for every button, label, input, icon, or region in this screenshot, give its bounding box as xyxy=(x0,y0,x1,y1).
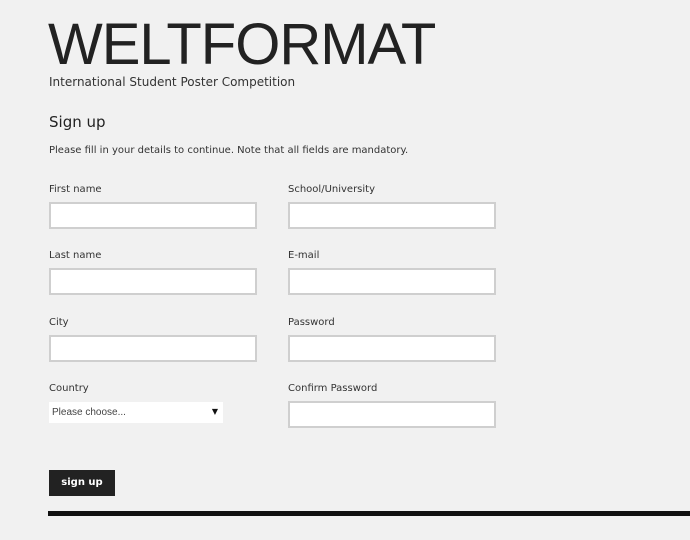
intro-text: Please fill in your details to continue.… xyxy=(49,145,409,156)
bottom-divider xyxy=(48,511,690,516)
confirm-password-label: Confirm Password xyxy=(288,383,378,394)
signup-heading: Sign up xyxy=(49,113,106,131)
city-label: City xyxy=(49,317,69,328)
chevron-down-icon: ▼ xyxy=(211,407,218,416)
first-name-input[interactable] xyxy=(49,202,257,229)
brand-title: WELTFORMAT xyxy=(48,12,436,77)
last-name-input[interactable] xyxy=(49,268,257,295)
signup-page: WELTFORMAT International Student Poster … xyxy=(0,0,690,540)
city-input[interactable] xyxy=(49,335,257,362)
country-select-value: Please choose... xyxy=(52,407,126,418)
email-label: E-mail xyxy=(288,250,320,261)
first-name-label: First name xyxy=(49,184,102,195)
password-label: Password xyxy=(288,317,335,328)
confirm-password-input[interactable] xyxy=(288,401,496,428)
email-input[interactable] xyxy=(288,268,496,295)
country-select[interactable]: Please choose... ▼ xyxy=(49,402,223,423)
school-university-label: School/University xyxy=(288,184,376,195)
country-label: Country xyxy=(49,383,89,394)
last-name-label: Last name xyxy=(49,250,102,261)
password-input[interactable] xyxy=(288,335,496,362)
sign-up-button[interactable]: sign up xyxy=(49,470,115,496)
brand-subtitle: International Student Poster Competition xyxy=(49,75,296,89)
school-university-input[interactable] xyxy=(288,202,496,229)
